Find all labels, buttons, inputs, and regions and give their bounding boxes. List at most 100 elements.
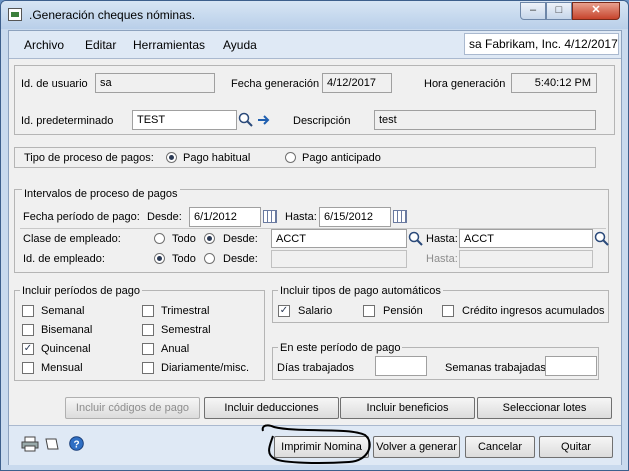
period-to-date[interactable]: 6/15/2012 [319, 207, 391, 227]
emp-from-input [271, 250, 407, 268]
period-from-date[interactable]: 6/1/2012 [189, 207, 261, 227]
app-icon [8, 8, 22, 21]
pay-periods-section: Incluir períodos de pago Semanal Biseman… [14, 285, 265, 381]
credito-label: Crédito ingresos acumulados [462, 305, 605, 317]
gen-time-field: 5:40:12 PM [511, 73, 597, 93]
period-to-label: Hasta: [285, 211, 317, 223]
checkbox-diariamente[interactable] [142, 362, 154, 374]
emp-all-label: Todo [172, 253, 196, 265]
menu-editar[interactable]: Editar [85, 38, 116, 52]
radio-advance-pay[interactable] [285, 152, 296, 163]
auto-pay-section: Incluir tipos de pago automáticos ✓ Sala… [272, 285, 609, 323]
minimize-button[interactable]: – [520, 2, 546, 20]
class-label: Clase de empleado: [23, 233, 121, 245]
checkbox-bisemanal[interactable] [22, 324, 34, 336]
emp-to-input [459, 250, 593, 268]
semestral-label: Semestral [161, 324, 211, 336]
regenerate-button[interactable]: Volver a generar [373, 436, 460, 458]
lookup-icon[interactable] [408, 231, 424, 247]
arrow-right-icon[interactable] [256, 112, 272, 128]
calendar-icon[interactable] [263, 210, 277, 223]
deductions-button[interactable]: Incluir deducciones [204, 397, 339, 419]
quincenal-label: Quincenal [41, 343, 91, 355]
radio-emp-all[interactable] [154, 253, 165, 264]
maximize-button[interactable]: □ [546, 2, 572, 20]
calendar-icon[interactable] [393, 210, 407, 223]
checkbox-semestral[interactable] [142, 324, 154, 336]
lookup-icon[interactable] [594, 231, 610, 247]
help-icon[interactable]: ? [69, 436, 84, 451]
printer-icon[interactable] [21, 436, 39, 452]
radio-regular-pay[interactable] [166, 152, 177, 163]
semanal-label: Semanal [41, 305, 85, 317]
cancel-button[interactable]: Cancelar [465, 436, 535, 458]
auto-pay-title: Incluir tipos de pago automáticos [278, 285, 443, 297]
checkbox-salario[interactable]: ✓ [278, 305, 290, 317]
diariamente-label: Diariamente/misc. [161, 362, 250, 374]
header-section: Id. de usuario sa Fecha generación 4/12/… [14, 65, 615, 135]
anual-label: Anual [161, 343, 190, 355]
class-from-label: Desde: [223, 233, 258, 245]
mensual-label: Mensual [41, 362, 83, 374]
class-from-input[interactable]: ACCT [271, 229, 407, 248]
class-to-input[interactable]: ACCT [459, 229, 593, 248]
emp-from-label: Desde: [223, 253, 258, 265]
days-label: Días trabajados [277, 362, 355, 374]
title-bar: .Generación cheques nóminas. – □ ✕ [1, 1, 628, 29]
regular-pay-label: Pago habitual [183, 152, 251, 164]
period-from-label: Desde: [147, 211, 182, 223]
radio-emp-from[interactable] [204, 253, 215, 264]
gen-date-field: 4/12/2017 [322, 73, 392, 93]
checkbox-credito[interactable] [442, 305, 454, 317]
period-label: Fecha período de pago: [23, 211, 140, 223]
select-batches-button[interactable]: Seleccionar lotes [477, 397, 612, 419]
svg-text:?: ? [73, 440, 79, 451]
checkbox-mensual[interactable] [22, 362, 34, 374]
advance-pay-label: Pago anticipado [302, 152, 381, 164]
default-id-label: Id. predeterminado [21, 115, 114, 127]
hand-drawn-circle [261, 424, 371, 464]
window-client: Archivo Editar Herramientas Ayuda sa Fab… [8, 30, 622, 465]
quit-button[interactable]: Quitar [539, 436, 613, 458]
payment-type-section: Tipo de proceso de pagos: Pago habitual … [14, 147, 596, 168]
emp-to-label: Hasta: [426, 253, 458, 265]
menu-bar: Archivo Editar Herramientas Ayuda sa Fab… [9, 31, 621, 59]
checkbox-semanal[interactable] [22, 305, 34, 317]
class-all-label: Todo [172, 233, 196, 245]
gen-time-label: Hora generación [424, 78, 506, 90]
payment-type-label: Tipo de proceso de pagos: [24, 152, 154, 164]
description-field: test [374, 110, 596, 130]
benefits-button[interactable]: Incluir beneficios [340, 397, 475, 419]
pension-label: Pensión [383, 305, 423, 317]
intervals-title: Intervalos de proceso de pagos [22, 188, 180, 200]
radio-class-all[interactable] [154, 233, 165, 244]
checkbox-trimestral[interactable] [142, 305, 154, 317]
checkbox-quincenal[interactable]: ✓ [22, 343, 34, 355]
user-id-field: sa [95, 73, 215, 93]
menu-ayuda[interactable]: Ayuda [223, 38, 257, 52]
salario-label: Salario [298, 305, 333, 317]
checkbox-pension[interactable] [363, 305, 375, 317]
intervals-section: Intervalos de proceso de pagos Fecha per… [14, 188, 610, 273]
description-label: Descripción [293, 115, 351, 127]
class-to-label: Hasta: [426, 233, 458, 245]
menu-archivo[interactable]: Archivo [24, 38, 64, 52]
pay-periods-title: Incluir períodos de pago [20, 285, 143, 297]
note-icon[interactable] [43, 436, 61, 452]
company-indicator[interactable]: sa Fabrikam, Inc. 4/12/2017 [464, 33, 619, 55]
window-title: .Generación cheques nóminas. [29, 8, 196, 22]
radio-class-from[interactable] [204, 233, 215, 244]
user-id-label: Id. de usuario [21, 78, 88, 90]
bisemanal-label: Bisemanal [41, 324, 93, 336]
default-id-input[interactable]: TEST [132, 110, 237, 130]
days-input[interactable] [375, 356, 427, 376]
weeks-input[interactable] [545, 356, 597, 376]
period-box-title: En este período de pago [278, 342, 403, 354]
lookup-icon[interactable] [238, 112, 254, 128]
period-box-section: En este período de pago Días trabajados … [272, 342, 599, 380]
menu-herramientas[interactable]: Herramientas [133, 38, 205, 52]
trimestral-label: Trimestral [161, 305, 210, 317]
close-button[interactable]: ✕ [572, 2, 620, 20]
checkbox-anual[interactable] [142, 343, 154, 355]
weeks-label: Semanas trabajadas [445, 362, 546, 374]
